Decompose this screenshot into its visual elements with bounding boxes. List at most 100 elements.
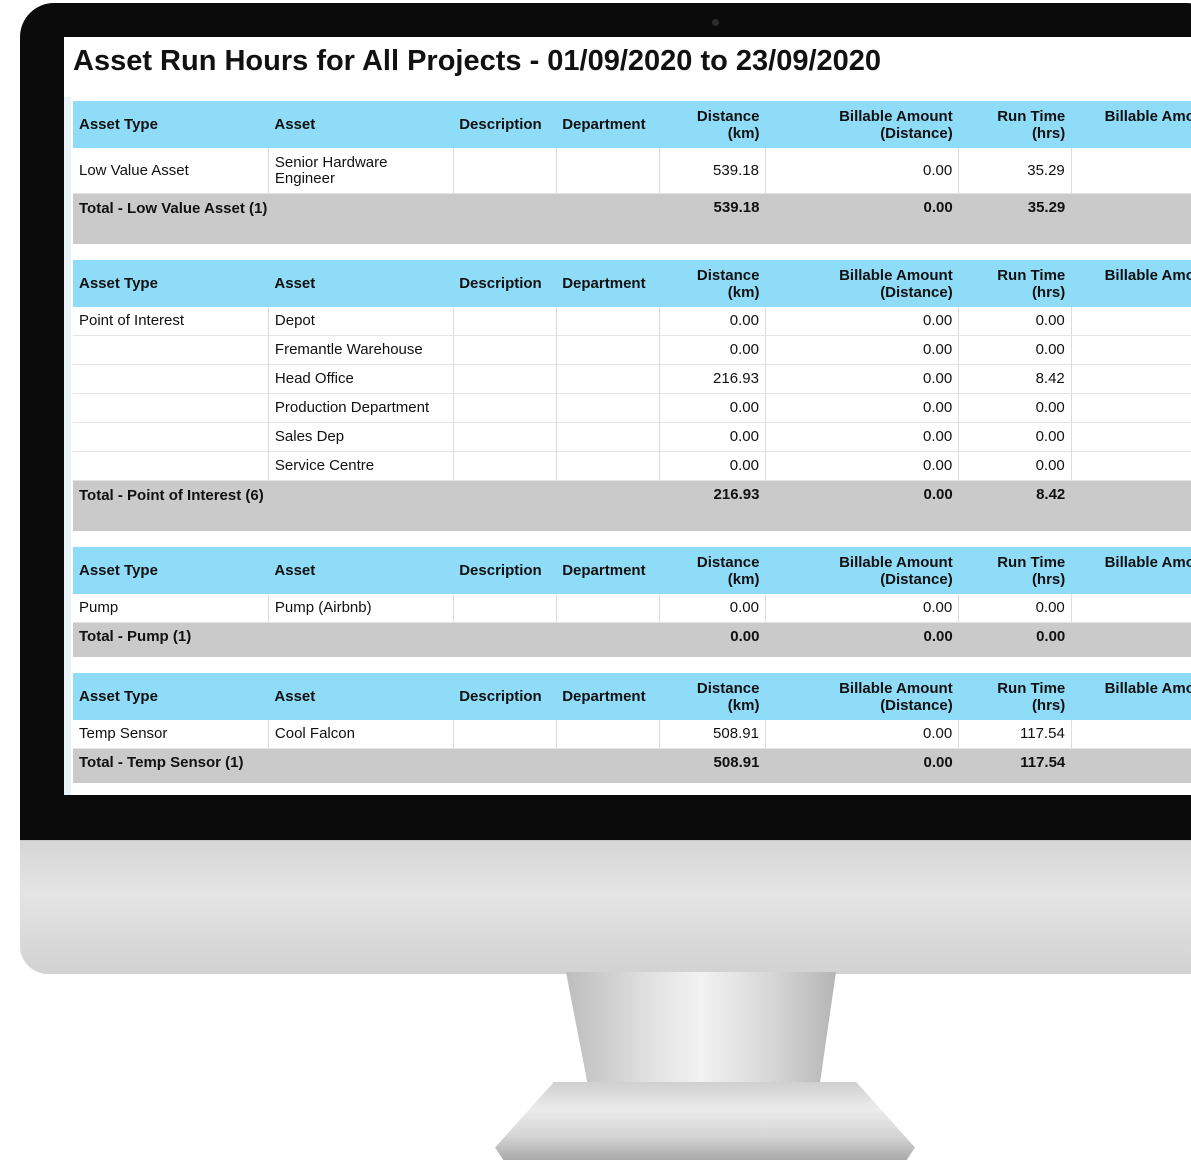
cell-description <box>453 594 557 623</box>
total-row: Total - Low Value Asset (1) 539.18 0.00 35.… <box>73 193 1191 244</box>
table-row[interactable]: Sales Dep0.000.000.000.00 <box>73 422 1191 452</box>
column-header-billable-distance[interactable]: Billable Amount (Distance) <box>765 101 959 148</box>
total-billable-run: 0.00 <box>1071 480 1191 531</box>
screen: Asset Run Hours for All Projects - 01/09… <box>64 37 1191 795</box>
table-row[interactable]: Temp SensorCool Falcon508.910.00117.540.… <box>73 720 1191 749</box>
cell-asset-type <box>73 364 269 394</box>
table-row[interactable]: Fremantle Warehouse0.000.000.000.00 <box>73 335 1191 365</box>
cell-asset-type: Point of Interest <box>73 307 269 336</box>
header-row: Asset Type Asset Description Department Dist… <box>73 260 1191 307</box>
cell-run-time: 0.00 <box>958 307 1072 336</box>
cell-run-time: 0.00 <box>958 422 1072 452</box>
column-header-asset[interactable]: Asset <box>268 260 454 307</box>
cell-billable-distance: 0.00 <box>765 148 960 194</box>
cell-distance: 0.00 <box>659 422 766 452</box>
cell-asset-type: Temp Sensor <box>73 720 269 749</box>
cell-distance: 0.00 <box>659 451 766 481</box>
column-header-billable-distance[interactable]: Billable Amount (Distance) <box>765 673 959 720</box>
cell-asset-type: Low Value Asset <box>73 148 269 194</box>
column-header-department[interactable]: Department <box>556 101 660 148</box>
column-header-asset[interactable]: Asset <box>268 547 454 594</box>
cell-description <box>453 451 557 481</box>
table-row[interactable]: Production Department0.000.000.000.00 <box>73 393 1191 423</box>
column-header-description[interactable]: Description <box>453 547 557 594</box>
column-header-asset-type[interactable]: Asset Type <box>73 101 269 148</box>
cell-description <box>453 307 557 336</box>
column-header-description[interactable]: Description <box>453 101 557 148</box>
total-run-time: 0.00 <box>958 622 1072 657</box>
cell-asset-type <box>73 422 269 452</box>
column-header-description[interactable]: Description <box>453 260 557 307</box>
cell-description <box>453 422 557 452</box>
column-header-billable-run[interactable]: Billable Amount (Run Hours) <box>1071 101 1191 148</box>
total-billable-run: 0.00 <box>1071 622 1191 657</box>
cell-department <box>556 335 660 365</box>
column-header-distance[interactable]: Distance (km) <box>659 673 766 720</box>
column-header-asset-type[interactable]: Asset Type <box>73 673 269 720</box>
column-header-billable-run[interactable]: Billable Amount (Run Hours) <box>1071 673 1191 720</box>
cell-billable-distance: 0.00 <box>765 335 960 365</box>
cell-distance: 0.00 <box>659 335 766 365</box>
column-header-description[interactable]: Description <box>453 673 557 720</box>
table-row[interactable]: Low Value Asset Senior Hardware Engineer 5… <box>73 148 1191 194</box>
cell-asset: Senior Hardware Engineer <box>268 148 454 194</box>
table-row[interactable]: PumpPump (Airbnb)0.000.000.000.00 <box>73 594 1191 623</box>
cell-distance: 508.91 <box>659 720 766 749</box>
cell-asset-type: Pump <box>73 594 269 623</box>
cell-asset: Service Centre <box>268 451 454 481</box>
column-header-run-time[interactable]: Run Time (hrs) <box>958 673 1072 720</box>
cell-billable-run: 0.00 <box>1071 594 1191 623</box>
cell-distance: 0.00 <box>659 307 766 336</box>
cell-billable-run: 0.00 <box>1071 720 1191 749</box>
column-header-asset[interactable]: Asset <box>268 101 454 148</box>
column-header-distance[interactable]: Distance (km) <box>659 260 766 307</box>
cell-billable-run: 0.00 <box>1071 335 1191 365</box>
cell-department <box>556 148 660 194</box>
header-row: Asset Type Asset Description Department Dist… <box>73 547 1191 594</box>
column-header-billable-run[interactable]: Billable Amount (Run Hours) <box>1071 547 1191 594</box>
total-billable-distance: 0.00 <box>765 480 959 531</box>
column-header-asset-type[interactable]: Asset Type <box>73 260 269 307</box>
table-row[interactable]: Service Centre0.000.000.000.00 <box>73 451 1191 481</box>
cell-billable-distance: 0.00 <box>765 451 960 481</box>
cell-department <box>556 422 660 452</box>
camera-icon <box>712 19 719 26</box>
total-distance: 216.93 <box>659 480 766 531</box>
cell-run-time: 0.00 <box>958 594 1072 623</box>
column-header-run-time[interactable]: Run Time (hrs) <box>958 260 1072 307</box>
total-run-time: 8.42 <box>958 480 1072 531</box>
header-row: Asset Type Asset Description Department Dist… <box>73 101 1191 148</box>
table-row[interactable]: Head Office216.930.008.420.00 <box>73 364 1191 394</box>
column-header-department[interactable]: Department <box>556 260 660 307</box>
cell-asset-type <box>73 393 269 423</box>
cell-billable-run: 0.00 <box>1071 422 1191 452</box>
column-header-distance[interactable]: Distance (km) <box>659 101 766 148</box>
total-row: Total - Point of Interest (6) 216.93 0.00 8… <box>73 480 1191 531</box>
report-group: Asset Type Asset Description Department Dist… <box>73 260 1191 531</box>
cell-billable-run: 0.00 <box>1071 364 1191 394</box>
cell-billable-run: 0.00 <box>1071 451 1191 481</box>
column-header-department[interactable]: Department <box>556 673 660 720</box>
monitor-stand-base <box>495 1082 915 1160</box>
column-header-run-time[interactable]: Run Time (hrs) <box>958 547 1072 594</box>
cell-distance: 539.18 <box>659 148 766 194</box>
cell-run-time: 0.00 <box>958 335 1072 365</box>
column-header-billable-run[interactable]: Billable Amount (Run Hours) <box>1071 260 1191 307</box>
column-header-run-time[interactable]: Run Time (hrs) <box>958 101 1072 148</box>
column-header-distance[interactable]: Distance (km) <box>659 547 766 594</box>
column-header-billable-distance[interactable]: Billable Amount (Distance) <box>765 547 959 594</box>
column-header-billable-distance[interactable]: Billable Amount (Distance) <box>765 260 959 307</box>
cell-run-time: 35.29 <box>958 148 1072 194</box>
total-billable-run: 0.00 <box>1071 193 1191 244</box>
page-title: Asset Run Hours for All Projects - 01/09… <box>73 45 882 77</box>
cell-billable-distance: 0.00 <box>765 594 960 623</box>
column-header-asset-type[interactable]: Asset Type <box>73 547 269 594</box>
column-header-department[interactable]: Department <box>556 547 660 594</box>
cell-billable-distance: 0.00 <box>765 307 960 336</box>
column-header-asset[interactable]: Asset <box>268 673 454 720</box>
table-row[interactable]: Point of InterestDepot0.000.000.000.00 <box>73 307 1191 336</box>
cell-asset-type <box>73 335 269 365</box>
cell-asset: Production Department <box>268 393 454 423</box>
total-billable-run: 0.00 <box>1071 748 1191 783</box>
